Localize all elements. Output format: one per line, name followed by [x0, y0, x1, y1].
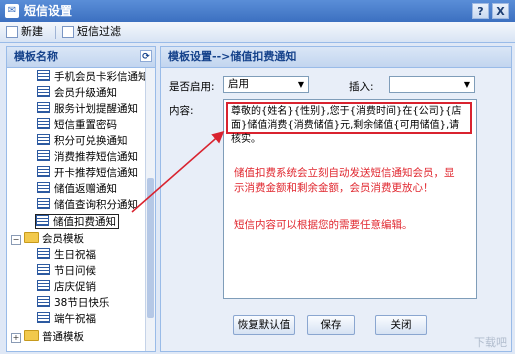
template-icon: [37, 312, 50, 323]
tree-group-normal[interactable]: + 普通模板: [11, 330, 84, 345]
template-icon: [37, 86, 50, 97]
insert-label: 插入:: [349, 81, 374, 93]
app-icon: ✉: [5, 4, 19, 18]
enabled-select[interactable]: 启用 ▼: [223, 76, 309, 93]
watermark-logo: 下载吧: [474, 336, 507, 349]
content-textarea[interactable]: 尊敬的{姓名}{性别},您于{消费时间}在{公司}{店面}储值消费{消费储值}元…: [223, 99, 477, 299]
template-icon: [37, 264, 50, 275]
expand-icon[interactable]: +: [11, 333, 21, 343]
template-icon: [37, 70, 50, 81]
tree-group-member[interactable]: − 会员模板: [11, 232, 84, 247]
sms-filter-label: 短信过滤: [77, 25, 121, 38]
chevron-down-icon: ▼: [463, 80, 471, 89]
template-icon: [37, 280, 50, 291]
close-button[interactable]: X: [492, 3, 509, 19]
new-label: 新建: [21, 25, 43, 38]
template-settings-title: 模板设置-->储值扣费通知: [168, 50, 297, 63]
tree-item-template[interactable]: 店庆促销: [37, 280, 96, 295]
tree-item-template[interactable]: 38节日快乐: [37, 296, 109, 311]
template-tree-header: 模板名称 ⟳: [7, 47, 155, 68]
template-icon: [37, 182, 50, 193]
help-button[interactable]: ?: [472, 3, 489, 19]
template-icon: [37, 248, 50, 259]
tree-item-template[interactable]: 消费推荐短信通知: [37, 150, 138, 165]
tree-scrollbar[interactable]: [145, 68, 155, 351]
sms-filter-button[interactable]: 短信过滤: [62, 24, 121, 40]
refresh-icon[interactable]: ⟳: [140, 50, 152, 62]
toolbar: 新建 短信过滤: [0, 22, 515, 43]
template-icon: [37, 296, 50, 307]
tree-item-template[interactable]: 积分可兑换通知: [37, 134, 128, 149]
template-icon: [37, 102, 50, 113]
insert-select[interactable]: ▼: [389, 76, 475, 93]
tree-item-template[interactable]: 生日祝福: [37, 248, 96, 263]
tree-item-template[interactable]: 服务计划提醒通知: [37, 102, 138, 117]
content-label: 内容:: [169, 105, 194, 117]
tree-item-selected[interactable]: 储值扣费通知: [35, 214, 119, 229]
template-icon: [37, 134, 50, 145]
template-settings-header: 模板设置-->储值扣费通知: [161, 47, 511, 68]
collapse-icon[interactable]: −: [11, 235, 21, 245]
template-icon: [37, 150, 50, 161]
template-icon: [37, 118, 50, 129]
tree-item-template[interactable]: 端午祝福: [37, 312, 96, 327]
message-template-text: 尊敬的{姓名}{性别},您于{消费时间}在{公司}{店面}储值消费{消费储值}元…: [226, 102, 472, 145]
tree-item-template[interactable]: 短信重置密码: [37, 118, 117, 133]
tree-item-template[interactable]: 会员升级通知: [37, 86, 117, 101]
save-button[interactable]: 保存: [307, 315, 355, 335]
annotation-editable-hint: 短信内容可以根据您的需要任意编辑。: [234, 219, 413, 231]
restore-default-button[interactable]: 恢复默认值: [233, 315, 295, 335]
new-document-icon: [6, 26, 18, 38]
toolbar-separator: [55, 26, 56, 39]
template-icon: [37, 198, 50, 209]
tree-item-template[interactable]: 储值返赠通知: [37, 182, 117, 197]
tree-item-template[interactable]: 手机会员卡彩信通知: [37, 70, 149, 85]
template-icon: [36, 215, 49, 226]
new-button[interactable]: 新建: [6, 24, 43, 40]
close-dialog-button[interactable]: 关闭: [375, 315, 427, 335]
template-tree: 手机会员卡彩信通知 会员升级通知 服务计划提醒通知 短信重置密码 积分可兑换通知…: [7, 68, 155, 351]
template-settings-panel: 模板设置-->储值扣费通知 是否启用: 启用 ▼ 插入: ▼ 内容: 尊敬的{姓…: [160, 46, 512, 352]
window-title: 短信设置: [24, 4, 73, 18]
folder-icon: [24, 330, 39, 341]
template-icon: [37, 166, 50, 177]
tree-item-template[interactable]: 储值查询积分通知: [37, 198, 138, 213]
template-tree-panel: 模板名称 ⟳ 手机会员卡彩信通知 会员升级通知 服务计划提醒通知 短信重置密码 …: [6, 46, 156, 352]
tree-item-template[interactable]: 节日问候: [37, 264, 96, 279]
filter-icon: [62, 26, 74, 38]
chevron-down-icon: ▼: [297, 80, 305, 89]
enabled-select-value: 启用: [228, 78, 249, 90]
template-tree-title: 模板名称: [14, 50, 58, 63]
folder-icon: [24, 232, 39, 243]
tree-scrollbar-thumb[interactable]: [147, 178, 154, 318]
title-bar: ✉ 短信设置 ? X: [0, 0, 515, 22]
enabled-label: 是否启用:: [169, 81, 215, 93]
tree-item-template[interactable]: 开卡推荐短信通知: [37, 166, 138, 181]
annotation-description: 储值扣费系统会立刻自动发送短信通知会员，显示消费金额和剩余金额，会员消费更放心！: [234, 167, 455, 194]
